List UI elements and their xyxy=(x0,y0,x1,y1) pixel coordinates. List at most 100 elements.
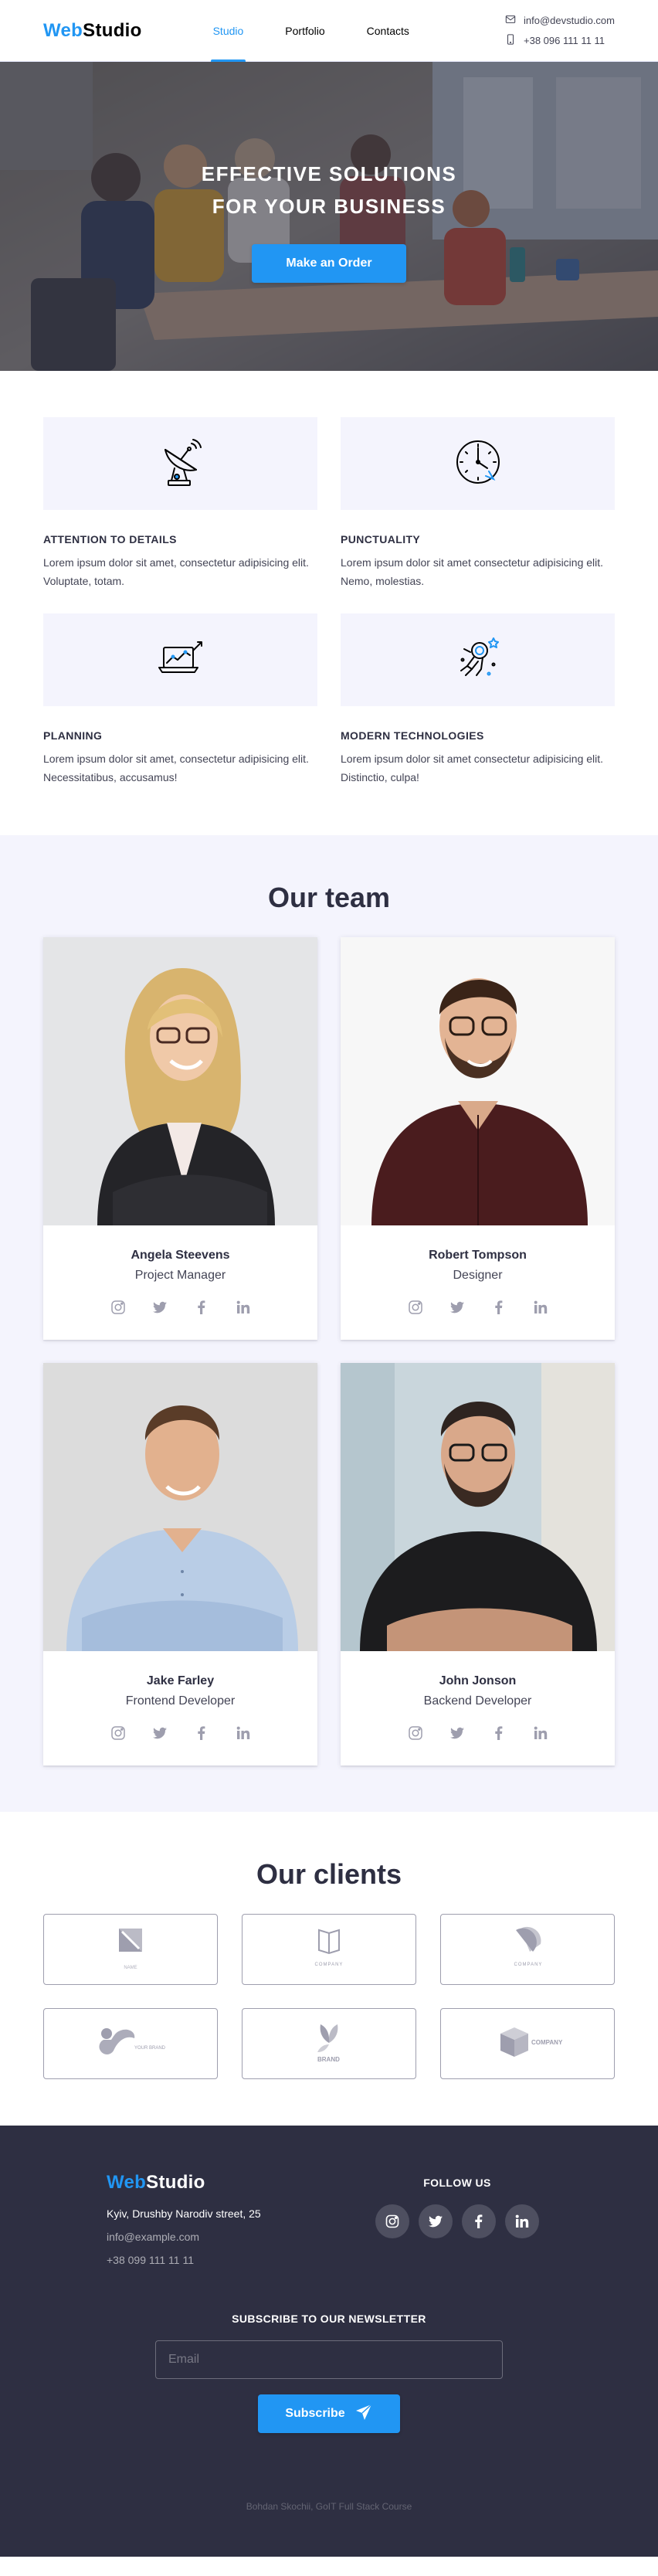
twitter-icon[interactable] xyxy=(152,1725,168,1741)
feature-icon-box xyxy=(341,613,615,706)
team-card: Robert Tompson Designer xyxy=(341,937,615,1340)
header-phone-link[interactable]: +38 096 111 11 11 xyxy=(505,34,615,47)
features-section: ATTENTION TO DETAILS Lorem ipsum dolor s… xyxy=(0,371,658,835)
twitter-icon[interactable] xyxy=(152,1300,168,1315)
hero-section: EFFECTIVE SOLUTIONS FOR YOUR BUSINESS Ma… xyxy=(0,62,658,371)
facebook-icon[interactable] xyxy=(491,1725,507,1741)
card-body: Jake Farley Frontend Developer xyxy=(43,1651,317,1765)
instagram-icon[interactable] xyxy=(110,1725,126,1741)
linkedin-icon[interactable] xyxy=(505,2204,539,2238)
team-grid: Angela Steevens Project Manager Robert T… xyxy=(43,937,615,1765)
linkedin-icon[interactable] xyxy=(236,1725,251,1741)
footer-logo-accent: Web xyxy=(107,2172,147,2193)
member-role: Project Manager xyxy=(134,1269,226,1282)
client-logo-2[interactable]: COMPANY xyxy=(242,1914,416,1985)
subscribe-button[interactable]: Subscribe xyxy=(258,2394,400,2433)
feature-text: Lorem ipsum dolor sit amet, consectetur … xyxy=(43,753,309,783)
client-logo-3[interactable]: COMPANY xyxy=(440,1914,615,1985)
linkedin-icon[interactable] xyxy=(533,1725,548,1741)
footer-top: WebStudio Kyiv, Drushby Narodiv street, … xyxy=(0,2172,658,2266)
client-logo-text: NAME xyxy=(124,1966,137,1970)
clients-title: Our clients xyxy=(256,1858,402,1890)
footer-socials xyxy=(375,2204,539,2238)
feature-item: PLANNING Lorem ipsum dolor sit amet, con… xyxy=(43,613,317,787)
feature-text: Lorem ipsum dolor sit amet consectetur a… xyxy=(341,556,604,587)
mail-icon xyxy=(505,14,516,27)
feature-item: MODERN TECHNOLOGIES Lorem ipsum dolor si… xyxy=(341,613,615,787)
laptop-chart-icon xyxy=(151,629,210,692)
member-photo xyxy=(341,937,615,1225)
card-body: Robert Tompson Designer xyxy=(341,1225,615,1340)
twitter-icon[interactable] xyxy=(419,2204,453,2238)
team-title: Our team xyxy=(267,882,391,913)
footer-phone-link[interactable]: +38 099 111 11 11 xyxy=(107,2254,346,2266)
clients-grid: NAME COMPANY COMPANY YOUR BRAND BRAND CO… xyxy=(43,1914,615,2079)
footer-email-link[interactable]: info@example.com xyxy=(107,2231,346,2243)
feature-title: PLANNING xyxy=(43,729,103,742)
facebook-icon[interactable] xyxy=(194,1300,209,1315)
footer-credits: Bohdan Skochii, GoIT Full Stack Course xyxy=(246,2501,412,2512)
nav-studio[interactable]: Studio xyxy=(210,0,246,63)
send-icon xyxy=(354,2403,373,2425)
client-logo-1[interactable]: NAME xyxy=(43,1914,218,1985)
facebook-icon[interactable] xyxy=(462,2204,496,2238)
site-footer: WebStudio Kyiv, Drushby Narodiv street, … xyxy=(0,2126,658,2557)
newsletter-email-input[interactable] xyxy=(155,2340,503,2379)
client-logo-text: COMPANY xyxy=(514,1963,543,1967)
logo-accent: Web xyxy=(43,19,83,41)
client-logo-5[interactable]: BRAND xyxy=(242,2008,416,2079)
member-photo xyxy=(341,1363,615,1651)
member-name: John Jonson xyxy=(439,1674,517,1687)
follow-us: FOLLOW US xyxy=(375,2172,551,2266)
astronaut-icon xyxy=(449,629,507,692)
instagram-icon[interactable] xyxy=(408,1725,423,1741)
facebook-icon[interactable] xyxy=(491,1300,507,1315)
header-phone: +38 096 111 11 11 xyxy=(524,35,605,46)
client-logo-text: BRAND xyxy=(317,2056,340,2063)
instagram-icon[interactable] xyxy=(110,1300,126,1315)
antenna-icon xyxy=(151,433,210,495)
nav-contacts[interactable]: Contacts xyxy=(367,0,409,62)
feature-item: ATTENTION TO DETAILS Lorem ipsum dolor s… xyxy=(43,417,317,590)
header-email-link[interactable]: info@devstudio.com xyxy=(505,14,615,27)
feature-title: ATTENTION TO DETAILS xyxy=(43,533,177,545)
member-socials xyxy=(56,1300,305,1315)
member-name: Jake Farley xyxy=(146,1674,215,1687)
clients-section: Our clients NAME COMPANY COMPANY YOUR BR… xyxy=(0,1812,658,2126)
footer-info: WebStudio Kyiv, Drushby Narodiv street, … xyxy=(107,2172,346,2266)
team-card: Jake Farley Frontend Developer xyxy=(43,1363,317,1765)
member-photo xyxy=(43,1363,317,1651)
footer-logo-rest: Studio xyxy=(146,2172,205,2193)
member-socials xyxy=(56,1725,305,1741)
hero-content: EFFECTIVE SOLUTIONS FOR YOUR BUSINESS Ma… xyxy=(0,62,658,283)
client-logo-text: COMPANY xyxy=(531,2039,563,2046)
member-name: Angela Steevens xyxy=(131,1249,230,1262)
feature-title: MODERN TECHNOLOGIES xyxy=(341,729,484,742)
feature-text: Lorem ipsum dolor sit amet consectetur a… xyxy=(341,753,604,783)
member-socials xyxy=(353,1725,602,1741)
instagram-icon[interactable] xyxy=(375,2204,409,2238)
footer-logo[interactable]: WebStudio xyxy=(107,2172,346,2194)
make-order-button[interactable]: Make an Order xyxy=(252,244,406,283)
client-logo-text: COMPANY xyxy=(315,1963,344,1967)
follow-title: FOLLOW US xyxy=(423,2177,491,2189)
member-role: Frontend Developer xyxy=(125,1694,236,1708)
nav-portfolio[interactable]: Portfolio xyxy=(285,0,324,62)
subscribe-title: SUBSCRIBE TO OUR NEWSLETTER xyxy=(232,2313,426,2325)
subscribe-form: SUBSCRIBE TO OUR NEWSLETTER Subscribe xyxy=(0,2313,658,2433)
header-email: info@devstudio.com xyxy=(524,15,615,26)
instagram-icon[interactable] xyxy=(408,1300,423,1315)
twitter-icon[interactable] xyxy=(449,1725,465,1741)
team-section: Our team Angela Steevens Project Manager… xyxy=(0,835,658,1812)
main-nav: Studio Portfolio Contacts xyxy=(210,0,409,63)
member-name: Robert Tompson xyxy=(429,1249,527,1262)
member-role: Designer xyxy=(453,1269,503,1282)
linkedin-icon[interactable] xyxy=(236,1300,251,1315)
client-logo-4[interactable]: YOUR BRAND xyxy=(43,2008,218,2079)
logo[interactable]: WebStudio xyxy=(43,20,142,42)
facebook-icon[interactable] xyxy=(194,1725,209,1741)
member-socials xyxy=(353,1300,602,1315)
client-logo-6[interactable]: COMPANY xyxy=(440,2008,615,2079)
linkedin-icon[interactable] xyxy=(533,1300,548,1315)
twitter-icon[interactable] xyxy=(449,1300,465,1315)
